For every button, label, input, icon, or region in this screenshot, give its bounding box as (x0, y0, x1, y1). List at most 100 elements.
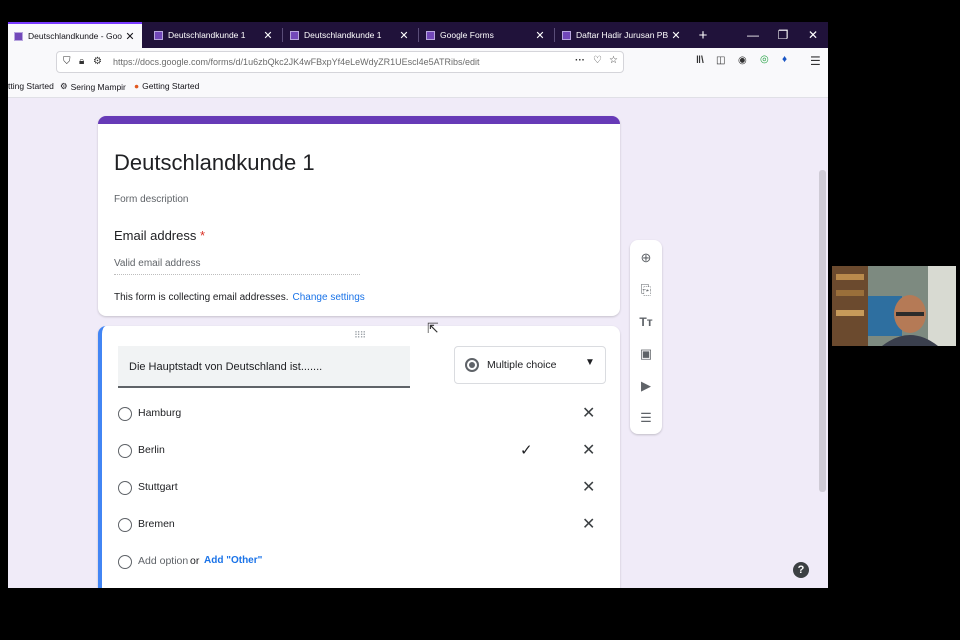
option-label[interactable]: Berlin (138, 444, 165, 456)
sheets-favicon-icon (562, 30, 571, 40)
remove-option-icon[interactable]: ✕ (582, 440, 595, 460)
tab-title: Google Forms (440, 30, 494, 40)
add-image-icon[interactable]: ▣ (636, 344, 656, 364)
close-tab-icon[interactable]: ✕ (398, 29, 410, 42)
library-icon[interactable]: ‖\ (696, 55, 704, 66)
remove-option-icon[interactable]: ✕ (582, 403, 595, 423)
option-item[interactable]: Hamburg ✕ (118, 404, 598, 424)
url-text: https://docs.google.com/forms/d/1u6zbQkc… (113, 57, 480, 67)
webcam-person-image (832, 266, 956, 346)
restore-icon[interactable]: ❐ (768, 22, 798, 48)
option-item[interactable]: Stuttgart ✕ (118, 478, 598, 498)
add-option-button[interactable]: Add option (138, 555, 188, 567)
option-label[interactable]: Stuttgart (138, 481, 178, 493)
collecting-note: This form is collecting email addresses.… (114, 292, 365, 303)
bookmarks-bar: tting Started ⚙ Sering Mampir ● Getting St… (8, 76, 828, 98)
tab-3[interactable]: Deutschlandkunde 1 ✕ (284, 22, 416, 48)
option-label[interactable]: Hamburg (138, 407, 181, 419)
email-label-text: Email address (114, 228, 197, 243)
radio-icon (465, 358, 479, 372)
add-question-icon[interactable]: ⊕ (636, 248, 656, 268)
floating-toolbar: ⊕ ⎘ Tт ▣ ▶ ☰ (630, 240, 662, 434)
bookmark-star-icon[interactable]: ☆ (609, 55, 618, 66)
minimize-icon[interactable]: — (738, 22, 768, 48)
url-bar[interactable]: ⛉ 🔒︎ ⚙ https://docs.google.com/forms/d/1… (56, 51, 624, 73)
page-content: Deutschlandkunde 1 Form description Emai… (8, 98, 828, 588)
add-other-button[interactable]: Add "Other" (204, 555, 262, 566)
bookmark-label: Sering Mampir (70, 81, 126, 92)
change-settings-link[interactable]: Change settings (293, 292, 365, 303)
close-window-icon[interactable]: ✕ (798, 22, 828, 48)
radio-icon (118, 481, 132, 495)
tab-2[interactable]: Deutschlandkunde 1 ✕ (148, 22, 280, 48)
bookmark-label: Getting Started (142, 81, 200, 91)
option-label[interactable]: Bremen (138, 518, 175, 530)
question-type-select[interactable]: Multiple choice ▼ (454, 346, 606, 384)
remove-option-icon[interactable]: ✕ (582, 477, 595, 497)
close-tab-icon[interactable]: ✕ (670, 29, 682, 42)
shield-icon[interactable]: ⛉ (63, 56, 71, 67)
form-title[interactable]: Deutschlandkunde 1 (114, 150, 315, 176)
bookmark-item[interactable]: ● Getting Started (134, 81, 199, 91)
tab-strip: Deutschlandkunde - Goo ✕ Deutschlandkund… (8, 22, 828, 48)
question-type-label: Multiple choice (487, 359, 557, 371)
forms-favicon-icon (154, 30, 163, 40)
email-field: Valid email address (114, 258, 201, 269)
close-tab-icon[interactable]: ✕ (262, 29, 274, 42)
tab-4[interactable]: Google Forms ✕ (420, 22, 552, 48)
import-questions-icon[interactable]: ⎘ (636, 280, 656, 300)
whatsapp-icon[interactable]: ◎ (760, 54, 769, 65)
forms-favicon-icon (14, 31, 23, 41)
browser-window: Deutschlandkunde - Goo ✕ Deutschlandkund… (8, 22, 828, 588)
new-tab-button[interactable]: + (688, 22, 718, 48)
add-section-icon[interactable]: ☰ (636, 408, 656, 428)
option-item[interactable]: Bremen ✕ (118, 515, 598, 535)
tab-title: Deutschlandkunde - Goo (28, 31, 123, 41)
pocket-icon[interactable]: ♡ (593, 55, 602, 66)
tab-title: Deutschlandkunde 1 (304, 30, 382, 40)
sidebar-icon[interactable]: ◫ (716, 55, 725, 66)
permissions-icon[interactable]: ⚙ (93, 56, 102, 67)
option-item[interactable]: Berlin ✓ ✕ (118, 441, 598, 461)
tab-divider (554, 28, 555, 42)
nav-bar: ⛉ 🔒︎ ⚙ https://docs.google.com/forms/d/1… (8, 48, 828, 76)
forms-favicon-icon (290, 30, 299, 40)
close-tab-icon[interactable]: ✕ (534, 29, 546, 42)
collecting-note-text: This form is collecting email addresses. (114, 292, 289, 303)
remove-option-icon[interactable]: ✕ (582, 514, 595, 534)
add-video-icon[interactable]: ▶ (636, 376, 656, 396)
tab-divider (282, 28, 283, 42)
correct-answer-check-icon: ✓ (520, 442, 533, 459)
radio-icon (118, 518, 132, 532)
email-label: Email address * (114, 228, 205, 243)
forms-favicon-icon (426, 30, 435, 40)
scrollbar-thumb[interactable] (819, 170, 826, 492)
radio-icon (118, 444, 132, 458)
add-option-row: Add option or Add "Other" (118, 552, 598, 572)
lock-icon[interactable]: 🔒︎ (79, 56, 84, 67)
dropdown-arrow-icon: ▼ (585, 357, 595, 368)
menu-icon[interactable]: ☰ (810, 54, 821, 68)
scrollbar[interactable] (817, 98, 828, 588)
radio-icon (118, 407, 132, 421)
form-description[interactable]: Form description (114, 194, 188, 205)
bookmark-item[interactable]: tting Started (8, 81, 54, 91)
drag-handle-icon[interactable]: ⠿⠿ (354, 330, 366, 341)
required-mark: * (200, 228, 206, 243)
help-icon[interactable]: ? (793, 562, 809, 578)
gear-icon: ⚙ (60, 81, 68, 91)
mouse-cursor-icon: ⇱ (427, 320, 439, 336)
add-title-icon[interactable]: Tт (636, 312, 656, 332)
bookmark-item[interactable]: ⚙ Sering Mampir (60, 81, 126, 92)
tab-5[interactable]: Daftar Hadir Jurusan PB Je ✕ (556, 22, 688, 48)
account-icon[interactable]: ◉ (738, 55, 747, 66)
webcam-overlay (832, 266, 956, 346)
radio-icon (118, 555, 132, 569)
close-tab-icon[interactable]: ✕ (124, 30, 136, 43)
question-input[interactable]: Die Hauptstadt von Deutschland ist......… (118, 346, 410, 388)
question-card[interactable]: ⠿⠿ Die Hauptstadt von Deutschland ist...… (98, 326, 620, 588)
tab-1[interactable]: Deutschlandkunde - Goo ✕ (8, 22, 142, 48)
page-actions-icon[interactable]: ··· (575, 55, 585, 66)
extension-icon[interactable]: ♦ (782, 54, 787, 65)
firefox-icon: ● (134, 81, 140, 91)
